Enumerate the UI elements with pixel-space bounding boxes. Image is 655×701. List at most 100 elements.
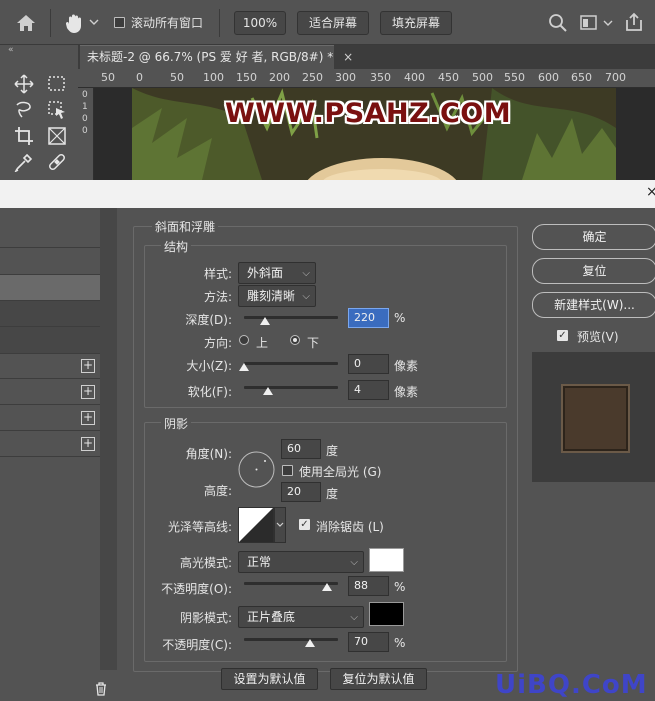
highlight-opacity-unit: % (394, 580, 406, 594)
lasso-tool-icon[interactable] (14, 100, 34, 120)
collapse-panel-icon[interactable]: « (8, 45, 14, 55)
soften-slider-track[interactable] (244, 386, 338, 389)
shadow-opacity-input[interactable]: 70 (348, 632, 389, 652)
new-style-button[interactable]: 新建样式(W)... (532, 292, 655, 318)
size-slider-thumb[interactable] (239, 363, 249, 371)
reset-default-button[interactable]: 复位为默认值 (330, 668, 427, 690)
highlight-mode-label: 高光模式: (179, 556, 232, 570)
preview-label: 预览(V) (577, 330, 619, 344)
size-slider-track[interactable] (244, 362, 338, 365)
style-list-scrollbar[interactable] (100, 208, 117, 670)
style-select[interactable]: 外斜面 ⌵ (238, 262, 316, 284)
list-item[interactable] (0, 327, 100, 354)
shadow-opacity-unit: % (394, 636, 406, 650)
fill-screen-button[interactable]: 填充屏幕 (380, 11, 452, 35)
search-icon[interactable] (548, 13, 568, 33)
soften-unit: 像素 (394, 385, 419, 399)
add-effect-button[interactable]: + (81, 411, 95, 425)
trash-icon[interactable] (94, 682, 108, 696)
anti-alias-checkbox[interactable]: ✓ (299, 519, 310, 530)
global-light-label: 使用全局光 (G) (299, 465, 382, 479)
gloss-contour-dropdown[interactable] (274, 507, 286, 543)
object-select-tool-icon[interactable] (47, 100, 67, 120)
list-item-selected[interactable] (0, 275, 100, 301)
highlight-mode-select[interactable]: 正常 ⌵ (238, 551, 364, 573)
eyedropper-tool-icon[interactable] (14, 152, 34, 172)
ruler-tick-label: 550 (504, 71, 525, 84)
shadow-opacity-slider-track[interactable] (244, 638, 338, 641)
preview-checkbox[interactable]: ✓ (557, 330, 568, 341)
anti-alias-label: 消除锯齿 (L) (316, 520, 384, 534)
angle-unit: 度 (326, 444, 339, 458)
depth-slider-thumb[interactable] (259, 317, 270, 325)
ruler-tick-label: 0 (136, 71, 143, 84)
horizontal-ruler: 50 0 50 100 150 200 250 300 350 400 450 500 550 600 65… (78, 69, 655, 88)
gloss-contour-label: 光泽等高线: (167, 520, 232, 534)
scroll-all-windows-checkbox[interactable] (114, 17, 125, 28)
depth-slider-track[interactable] (244, 316, 338, 319)
add-effect-button[interactable]: + (81, 437, 95, 451)
move-tool-icon[interactable] (14, 74, 34, 94)
share-icon[interactable] (624, 12, 644, 32)
ruler-tick-label: 0 (82, 90, 88, 100)
size-input[interactable]: 0 (348, 354, 389, 374)
healing-brush-tool-icon[interactable] (47, 152, 67, 172)
angle-input[interactable]: 60 (281, 439, 321, 459)
style-select-value: 外斜面 (247, 266, 284, 280)
list-item[interactable] (0, 223, 100, 248)
ruler-tick-label: 250 (302, 71, 323, 84)
structure-title: 结构 (161, 238, 192, 255)
highlight-opacity-slider-thumb[interactable] (321, 583, 332, 591)
home-icon[interactable] (14, 11, 38, 35)
list-item[interactable] (0, 301, 100, 327)
chevron-down-icon: ⌵ (302, 268, 310, 279)
shadow-mode-select[interactable]: 正片叠底 ⌵ (238, 606, 364, 628)
global-light-checkbox[interactable] (282, 465, 293, 476)
highlight-mode-value: 正常 (247, 555, 272, 569)
altitude-label: 高度: (203, 484, 232, 498)
highlight-color-swatch[interactable] (369, 548, 404, 572)
chevron-down-icon[interactable] (603, 18, 613, 28)
crop-tool-icon[interactable] (14, 126, 34, 146)
zoom-100-button[interactable]: 100% (234, 11, 286, 35)
add-effect-button[interactable]: + (81, 385, 95, 399)
close-tab-icon[interactable]: × (343, 50, 353, 64)
list-item[interactable] (0, 248, 100, 275)
reset-button[interactable]: 复位 (532, 258, 655, 284)
hand-tool-icon[interactable] (62, 10, 88, 36)
altitude-unit: 度 (326, 487, 339, 501)
shadow-opacity-label: 不透明度(C): (162, 638, 232, 652)
direction-label: 方向: (203, 336, 232, 350)
add-effect-button[interactable]: + (81, 359, 95, 373)
technique-select[interactable]: 雕刻清晰 ⌵ (238, 285, 316, 307)
preview-box (532, 352, 655, 482)
ruler-tick-label: 700 (605, 71, 626, 84)
marquee-tool-icon[interactable] (47, 74, 67, 94)
ok-button[interactable]: 确定 (532, 224, 655, 250)
soften-slider-thumb[interactable] (262, 387, 273, 395)
dialog-close-icon[interactable]: × (646, 184, 655, 200)
toolbar-divider (219, 9, 220, 37)
fit-screen-button[interactable]: 适合屏幕 (297, 11, 369, 35)
chevron-down-icon[interactable] (89, 17, 99, 27)
shadow-opacity-slider-thumb[interactable] (304, 639, 315, 647)
angle-dial[interactable] (238, 451, 275, 488)
document-tab[interactable]: 未标题-2 @ 66.7% (PS 爱 好 者, RGB/8#) * × (80, 45, 353, 69)
direction-down-radio[interactable] (290, 335, 300, 345)
ruler-tick-label: 0 (82, 114, 88, 124)
workspace-icon[interactable] (580, 14, 600, 32)
altitude-input[interactable]: 20 (281, 482, 321, 502)
ruler-tick-label: 650 (571, 71, 592, 84)
soften-input[interactable]: 4 (348, 380, 389, 400)
direction-down-label: 下 (307, 336, 320, 350)
ruler-tick-label: 200 (269, 71, 290, 84)
canvas-watermark-text: WWW.PSAHZ.COM (225, 98, 512, 129)
gloss-contour-picker[interactable] (238, 507, 274, 543)
depth-label: 深度(D): (185, 313, 232, 327)
make-default-button[interactable]: 设置为默认值 (221, 668, 318, 690)
highlight-opacity-input[interactable]: 88 (348, 576, 389, 596)
depth-input[interactable]: 220 (348, 308, 389, 328)
frame-tool-icon[interactable] (47, 126, 67, 146)
direction-up-radio[interactable] (239, 335, 249, 345)
shadow-color-swatch[interactable] (369, 602, 404, 626)
